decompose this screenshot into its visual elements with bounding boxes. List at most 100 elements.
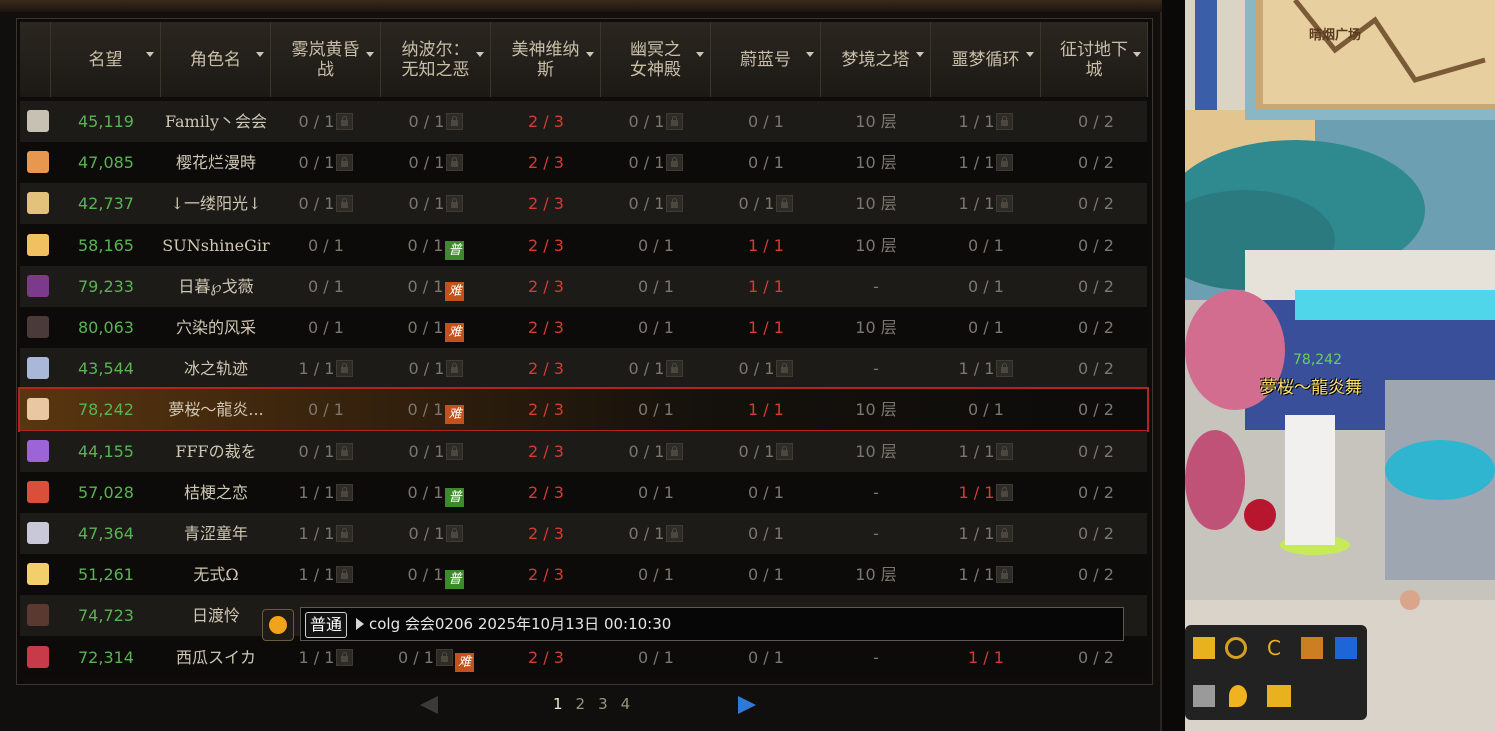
progress-value: - [873,482,879,502]
header-col-5[interactable]: 蔚蓝号 [711,22,821,97]
character-name[interactable]: ↓一缕阳光↓ [161,183,271,224]
header-col-7[interactable]: 噩梦循环 [931,22,1041,97]
quick-menu: C [1185,625,1367,720]
character-name[interactable]: 西瓜スイカ [161,637,271,678]
progress-cell: 0 / 1 [601,225,711,266]
table-row[interactable]: 47,085 樱花烂漫時 0 / 1 0 / 1 2 / 3 0 / 1 0 / 1 10 层… [20,142,1147,184]
progress-value: 2 / 3 [528,565,564,585]
table-row[interactable]: 57,028 桔梗之恋 1 / 10 / 1普2 / 30 / 10 / 1-1 /… [20,471,1147,513]
progress-cell: 0 / 1难 [381,266,491,307]
table-row[interactable]: 47,364 青涩童年 1 / 1 0 / 1 2 / 3 0 / 1 0 / 1 - 1 / … [20,513,1147,554]
character-name[interactable]: 无式Ω [161,554,271,595]
chat-input[interactable]: 普通 colg 会会0206 2025年10月13日 00:10:30 [300,607,1124,641]
chat-channel[interactable]: 普通 [305,612,348,638]
character-name[interactable]: 青涩童年 [161,513,271,554]
character-name[interactable]: 日渡怜 [161,595,271,636]
avatar [27,357,49,380]
book-icon[interactable] [1267,685,1291,707]
progress-value: 2 / 3 [528,359,564,379]
progress-value: 0 / 1 [408,112,445,131]
header-col-2[interactable]: 纳波尔：无知之恶 [381,22,491,97]
progress-value: 0 / 1 [407,235,444,255]
progress-value: 0 / 2 [1078,194,1114,214]
progress-value: 0 / 1 [628,359,665,379]
lock-icon [446,113,464,130]
progress-value: 0 / 1 [407,400,444,420]
page-number[interactable]: 2 [576,695,586,725]
progress-value: 10 层 [855,194,897,214]
progress-cell: 0 / 1 [601,389,711,430]
table-row[interactable]: 43,544 冰之轨迹 1 / 1 0 / 1 2 / 3 0 / 1 0 / 1 - 1 / … [20,348,1147,390]
header-col-8[interactable]: 征讨地下城 [1041,22,1148,97]
progress-cell: 0 / 1 [271,266,381,307]
progress-value: 0 / 1 [638,565,674,585]
avatar [27,439,49,462]
c-icon[interactable]: C [1267,637,1289,659]
prev-page-icon[interactable] [418,690,440,720]
card-icon[interactable] [1335,637,1357,659]
crown-icon[interactable] [1193,637,1215,659]
character-name[interactable]: 冰之轨迹 [161,348,271,389]
header-col-3[interactable]: 美神维纳斯 [491,22,601,97]
lock-icon [776,360,794,378]
table-row[interactable]: 58,165 SUNshineGir 0 / 10 / 1普2 / 30 / 11 … [20,224,1147,266]
lock-icon [666,154,684,172]
tool-icon[interactable] [1193,685,1215,707]
progress-value: 2 / 3 [528,194,564,214]
character-name[interactable]: 樱花烂漫時 [161,142,271,183]
progress-value: 10 层 [855,153,897,173]
progress-cell: 0 / 1 [381,431,491,472]
progress-value: 0 / 1 [408,153,445,173]
character-name[interactable]: 夢桜～龍炎... [161,389,271,430]
header-col-4[interactable]: 幽冥之女神殿 [601,22,711,97]
progress-value: 0 / 1 [298,153,335,173]
progress-cell: 0 / 1 [711,513,821,554]
character-name[interactable]: 日暮℘戈薇 [161,266,271,307]
character-name[interactable]: 穴染的风采 [161,307,271,348]
table-row[interactable]: 45,119 Family丶会会 0 / 1 0 / 1 2 / 3 0 / 1 0 / 1… [20,101,1147,142]
header-name[interactable]: 角色名 [161,22,271,97]
page-number[interactable]: 4 [621,695,631,725]
page-number[interactable]: 1 [553,695,563,725]
progress-cell: 0 / 2 [1041,142,1151,183]
target-icon[interactable] [1225,637,1247,659]
progress-cell: 0 / 1 [271,431,381,472]
header-col-6[interactable]: 梦境之塔 [821,22,931,97]
header-col-1[interactable]: 雾岚黄昏战 [271,22,381,97]
progress-cell: 2 / 3 [491,637,601,678]
character-name[interactable]: 桔梗之恋 [161,472,271,513]
progress-value: 1 / 1 [298,482,335,502]
lock-icon [336,154,354,172]
page-number[interactable]: 3 [598,695,608,725]
progress-value: 0 / 1 [628,112,665,131]
table-row[interactable]: 44,155 FFFの裁を 0 / 1 0 / 1 2 / 3 0 / 1 0 / 1 10 … [20,430,1147,472]
progress-value: 0 / 1 [968,318,1004,337]
character-name[interactable]: FFFの裁を [161,431,271,472]
progress-value: 0 / 1 [298,194,335,214]
table-row[interactable]: 80,063 穴染的风采 0 / 10 / 1难2 / 30 / 11 / 1 10 … [20,307,1147,348]
sort-arrow-icon [806,52,814,57]
progress-value: 0 / 1 [638,400,674,420]
next-page-icon[interactable] [736,690,758,720]
table-row[interactable]: 72,314 西瓜スイカ 1 / 1 0 / 1 难 2 / 3 0 / 1 0 / 1 - 1 … [20,636,1147,678]
table-row[interactable]: 79,233 日暮℘戈薇 0 / 10 / 1难2 / 30 / 11 / 1-0 … [20,265,1147,307]
table-row[interactable]: 42,737 ↓一缕阳光↓ 0 / 1 0 / 1 2 / 3 0 / 1 0 / 1 10 … [20,183,1147,225]
lock-icon [996,566,1014,584]
progress-value: 2 / 3 [528,235,564,255]
progress-cell: 2 / 3 [491,225,601,266]
header-fame[interactable]: 名望 [51,22,161,97]
home-icon[interactable] [1301,637,1323,659]
map-pin-icon[interactable] [1229,685,1247,707]
progress-value: 2 / 3 [528,318,564,337]
progress-value: 1 / 1 [298,359,335,379]
progress-value: 0 / 1 [408,524,445,543]
table-row[interactable]: 78,242 夢桜～龍炎... 0 / 10 / 1难2 / 30 / 11 / 1… [18,387,1149,433]
table-row[interactable]: 51,261 无式Ω 1 / 10 / 1普2 / 30 / 10 / 1 10 层1… [20,554,1147,596]
game-scene: 晴烟广场 78,242 夢桜～龍炎舞 C [1185,0,1495,731]
hard-difficulty-badge: 难 [445,281,465,301]
emoji-button[interactable] [262,609,294,641]
character-name[interactable]: SUNshineGir [161,225,271,266]
fame-value: 57,028 [78,482,134,502]
progress-cell: 0 / 1 [601,554,711,595]
character-name[interactable]: Family丶会会 [161,101,271,142]
